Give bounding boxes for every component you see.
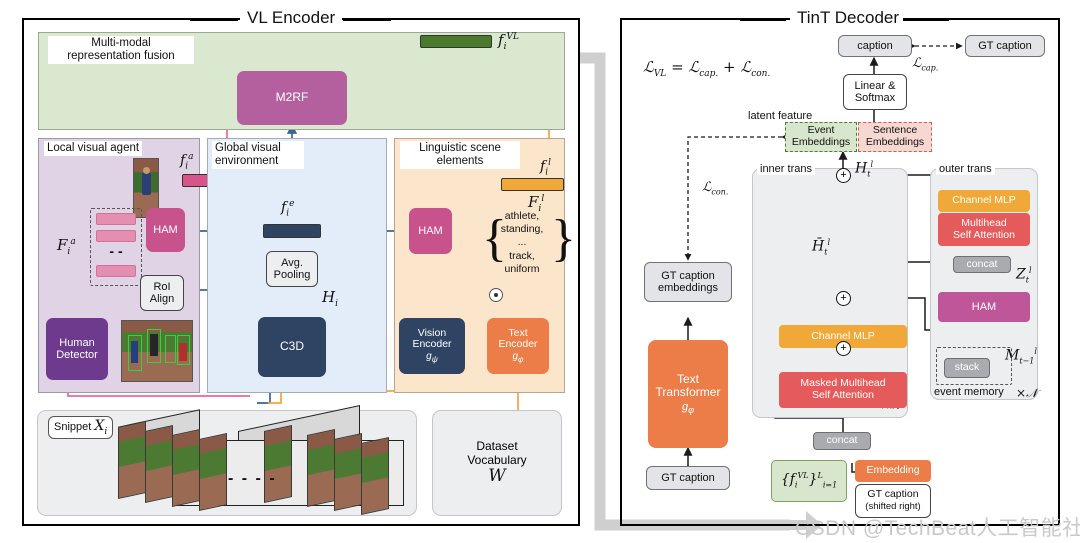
vl-encoder-title: VL Encoder xyxy=(240,8,343,28)
linguistic-scene-elements-label: Linguistic scene elements xyxy=(400,141,520,170)
agent-feature-bar-2 xyxy=(96,230,136,242)
loss-cap-label: ℒcap. xyxy=(912,56,939,73)
tint-title-rule-right xyxy=(903,18,949,21)
caption-output[interactable]: caption xyxy=(838,35,912,57)
tint-decoder-title: TinT Decoder xyxy=(790,8,907,28)
snippet-frame xyxy=(307,429,335,507)
local-visual-agent-label: Local visual agent xyxy=(44,141,143,157)
fe-label: fie xyxy=(281,199,295,219)
latent-feature-label: latent feature xyxy=(748,110,813,122)
residual-add-bottom: + xyxy=(836,341,851,356)
watermark: CSDN @TechBeat人工智能社区 xyxy=(795,517,1080,540)
Mt-label: Mt−1l xyxy=(1005,347,1037,366)
outer-multihead-self-attention[interactable]: Multihead Self Attention xyxy=(938,213,1030,246)
detection-thumbnail xyxy=(121,320,193,382)
outer-trans-repeat: ×𝒩 xyxy=(1016,386,1038,400)
text-encoder-block[interactable]: Text Encoder gφ xyxy=(487,318,549,374)
fl-feature-bar xyxy=(501,178,564,191)
residual-add-mid: + xyxy=(836,291,851,306)
Hbar-label: H̄tl xyxy=(812,238,830,257)
figure-root: VL Encoder Multi-modal representation fu… xyxy=(0,0,1080,543)
snippet-frame xyxy=(334,433,362,511)
sentence-embeddings-block[interactable]: Sentence Embeddings xyxy=(858,122,932,152)
embedding-block[interactable]: Embedding xyxy=(855,460,931,482)
fa-label: fia xyxy=(180,152,194,172)
vl-title-rule-right xyxy=(343,18,391,21)
words-brace-right: } xyxy=(551,210,576,267)
event-memory-label: event memory xyxy=(934,386,1004,398)
roi-align-block[interactable]: RoI Align xyxy=(140,275,184,311)
stack-block[interactable]: stack xyxy=(944,358,990,378)
snippet-frame xyxy=(264,425,292,503)
residual-add-top: + xyxy=(836,168,851,183)
human-detector-block[interactable]: Human Detector xyxy=(46,318,108,380)
words-brace-left: { xyxy=(482,210,507,267)
outer-concat[interactable]: concat xyxy=(953,256,1011,273)
text-transformer-block[interactable]: Text Transformer gφ xyxy=(648,340,728,448)
Zt-label: Ztl xyxy=(1016,266,1032,285)
agent-feature-bar-1 xyxy=(96,213,136,225)
global-visual-environment-label: Global visual environment xyxy=(212,141,304,170)
ham-local-agent[interactable]: HAM xyxy=(146,208,185,252)
fusion-panel-label: Multi-modal representation fusion xyxy=(48,36,194,65)
fvl-feature-bar xyxy=(420,35,492,48)
gt-caption-top[interactable]: GT caption xyxy=(965,35,1045,57)
gt-caption-input-block[interactable]: GT caption xyxy=(646,466,730,490)
Fa-label: Fia xyxy=(57,236,76,257)
snippet-frame xyxy=(361,437,389,515)
loss-con-label: ℒcon. xyxy=(702,180,729,197)
fl-label: fil xyxy=(540,158,551,178)
snippet-frame-stack: - - - - xyxy=(118,405,408,515)
snippet-frame xyxy=(199,433,227,511)
vl-title-rule-left xyxy=(190,18,238,21)
gt-caption-embeddings-block[interactable]: GT caption embeddings xyxy=(644,262,732,302)
vl-feature-set-label: {fiVL}Li=1 xyxy=(780,470,838,490)
Ht-label: Htl xyxy=(855,160,873,179)
bottom-concat[interactable]: concat xyxy=(813,432,871,450)
ham-linguistic[interactable]: HAM xyxy=(409,208,452,254)
event-embeddings-block[interactable]: Event Embeddings xyxy=(785,122,857,152)
snippet-label: Snippet Xi xyxy=(48,416,114,439)
Hi-label: Hi xyxy=(322,288,338,309)
vision-encoder-block[interactable]: Vision Encoder gψ xyxy=(399,318,465,374)
dataset-vocabulary-block: Dataset Vocabulary W xyxy=(432,410,562,516)
outer-channel-mlp[interactable]: Channel MLP xyxy=(938,190,1030,212)
vl-feature-set-block[interactable]: {fiVL}Li=1 xyxy=(771,460,847,502)
agent-feature-ellipsis: - - xyxy=(109,243,123,260)
snippet-frame xyxy=(145,425,173,503)
m2rf-block[interactable]: M2RF xyxy=(237,71,347,125)
avg-pooling-block[interactable]: Avg. Pooling xyxy=(266,251,318,287)
fe-feature-bar xyxy=(263,224,321,238)
tint-title-rule-left xyxy=(740,18,786,21)
inner-trans-label: inner trans xyxy=(757,163,815,175)
agent-feature-bar-n xyxy=(96,265,136,277)
c3d-block[interactable]: C3D xyxy=(258,317,326,377)
outer-ham[interactable]: HAM xyxy=(938,292,1030,322)
snippet-ellipsis: - - - - xyxy=(228,470,277,487)
snippet-frame xyxy=(118,421,146,499)
loss-equation: ℒVL = ℒcap. + ℒcon. xyxy=(643,58,771,79)
masked-multihead-self-attention[interactable]: Masked Multihead Self Attention xyxy=(779,372,907,408)
outer-trans-label: outer trans xyxy=(936,163,995,175)
linear-softmax-block[interactable]: Linear & Softmax xyxy=(843,74,907,110)
snippet-frame xyxy=(172,429,200,507)
elementwise-product-icon xyxy=(489,288,503,302)
fvl-label: fiVL xyxy=(498,31,519,52)
